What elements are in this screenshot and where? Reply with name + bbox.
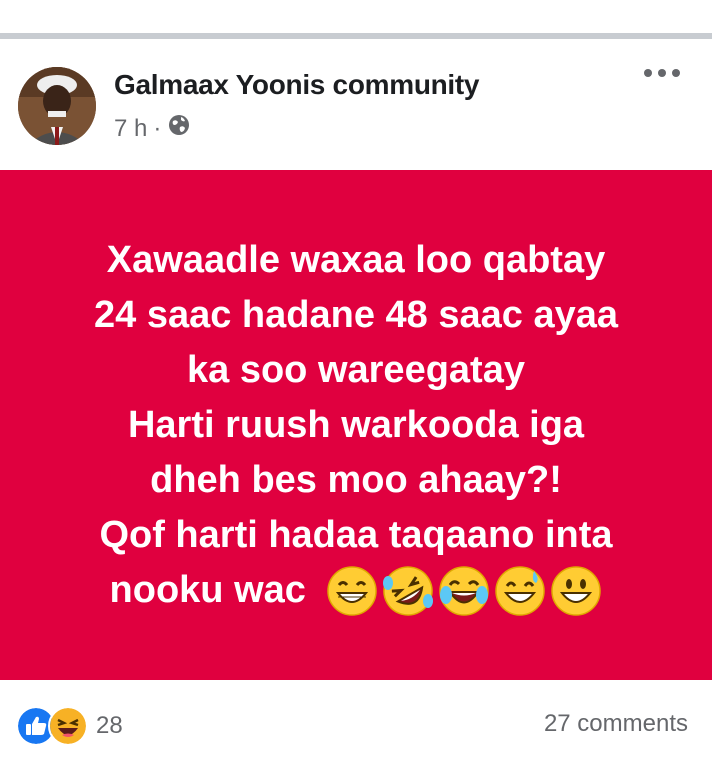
haha-icon: [48, 706, 88, 746]
grinning-face-icon: [551, 566, 602, 617]
rolling-on-the-floor-laughing-icon: [383, 566, 434, 617]
post-body: Xawaadle waxaa loo qabtay 24 saac hadane…: [0, 170, 712, 680]
reactions-summary[interactable]: 28: [16, 706, 123, 746]
post-time[interactable]: 7 h: [114, 115, 147, 143]
post-text-last-line: nooku wac: [110, 563, 603, 618]
author-name[interactable]: Galmaax Yoonis community: [114, 69, 480, 101]
post-text-line: Harti ruush warkooda iga: [127, 403, 585, 446]
reaction-count: 28: [96, 712, 123, 739]
avatar-image: [18, 67, 96, 145]
post-text-line: Xawaadle waxaa loo qabtay: [106, 238, 606, 281]
top-bar: [0, 0, 712, 33]
face-with-tears-of-joy-icon: [439, 566, 490, 617]
emoji-group: [326, 565, 602, 617]
post-text-line: 24 saac hadane 48 saac ayaa: [94, 293, 618, 336]
post-meta: 7 h ·: [114, 113, 191, 144]
post-text-line: Qof harti hadaa taqaano inta: [99, 513, 613, 556]
comments-link[interactable]: 27 comments: [544, 710, 688, 738]
avatar[interactable]: [18, 67, 96, 145]
post-text-line: nooku wac: [109, 568, 306, 611]
grinning-face-with-smiling-eyes-icon: [327, 566, 378, 617]
more-options-icon[interactable]: [644, 69, 680, 77]
post-text-line: dheh bes moo ahaay?!: [150, 458, 562, 501]
globe-icon: [167, 113, 191, 144]
meta-separator: ·: [153, 114, 162, 142]
post-footer: 28 27 comments: [0, 680, 712, 765]
post-text-line: ka soo wareegatay: [187, 348, 525, 391]
post-header: Galmaax Yoonis community 7 h ·: [0, 39, 712, 170]
grinning-face-with-sweat-icon: [495, 566, 546, 617]
